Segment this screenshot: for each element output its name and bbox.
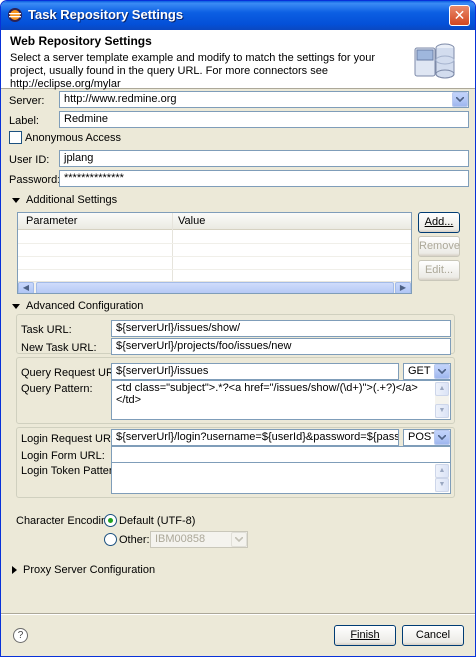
additional-settings-toggle[interactable]: Additional Settings <box>12 194 117 206</box>
table-header: Parameter Value <box>18 213 411 230</box>
scroll-thumb[interactable] <box>36 282 394 293</box>
encoding-other-combo[interactable]: IBM00858 <box>150 531 248 548</box>
scroll-down-icon[interactable]: ▼ <box>435 404 449 418</box>
login-token-pattern-label: Login Token Pattern: <box>21 465 122 477</box>
table-row <box>18 269 411 270</box>
edit-button[interactable]: Edit... <box>418 260 460 281</box>
scroll-up-icon[interactable]: ▲ <box>435 382 449 396</box>
close-icon: ✕ <box>453 7 466 23</box>
new-task-url-label: New Task URL: <box>21 342 97 354</box>
query-method-dropdown-button[interactable] <box>434 364 450 379</box>
task-url-label: Task URL: <box>21 324 72 336</box>
server-dropdown-button[interactable] <box>452 92 468 107</box>
task-url-field[interactable]: ${serverUrl}/issues/show/ <box>111 320 451 337</box>
chevron-down-icon <box>438 435 446 440</box>
query-request-url-field[interactable]: ${serverUrl}/issues <box>111 363 399 380</box>
add-button-label: Add... <box>424 216 454 228</box>
radio-selected-dot <box>108 518 113 523</box>
column-divider <box>172 213 173 283</box>
finish-button-label: Finish <box>350 629 380 641</box>
query-method-combo[interactable]: GET <box>403 363 451 380</box>
footer-divider-highlight <box>1 614 475 615</box>
scroll-up-icon[interactable]: ▲ <box>435 464 449 478</box>
expanded-triangle-icon <box>12 303 20 309</box>
new-task-url-field[interactable]: ${serverUrl}/projects/foo/issues/new <box>111 338 451 355</box>
proxy-configuration-title: Proxy Server Configuration <box>23 564 156 576</box>
label-field[interactable]: Redmine <box>59 111 469 128</box>
query-request-url-label: Query Request URL: <box>21 367 124 379</box>
encoding-other-label: Other: <box>119 534 150 546</box>
user-id-label: User ID: <box>9 154 50 166</box>
task-repository-settings-dialog: Task Repository Settings ✕ Web Repositor… <box>0 0 476 657</box>
login-method-dropdown-button[interactable] <box>434 430 450 445</box>
server-label: Server: <box>9 95 45 107</box>
help-icon[interactable]: ? <box>13 628 28 643</box>
anonymous-access-checkbox[interactable] <box>9 131 22 144</box>
encoding-default-radio[interactable] <box>104 514 117 527</box>
banner-description: Select a server template example and mod… <box>10 52 376 90</box>
chevron-down-icon <box>235 537 243 542</box>
chevron-down-icon <box>456 97 464 102</box>
additional-settings-title: Additional Settings <box>26 194 118 206</box>
login-method-combo[interactable]: POST <box>403 429 451 446</box>
login-request-url-field[interactable]: ${serverUrl}/login?username=${userId}&pa… <box>111 429 399 446</box>
encoding-default-label: Default (UTF-8) <box>119 515 196 527</box>
query-method-value: GET <box>408 365 431 377</box>
login-token-pattern-field[interactable]: ▲ ▼ <box>111 462 451 494</box>
add-button[interactable]: Add... <box>418 212 460 233</box>
eclipse-icon <box>7 7 23 23</box>
query-pattern-label: Query Pattern: <box>21 383 93 395</box>
password-label: Password: <box>9 174 61 186</box>
vertical-scrollbar[interactable]: ▲ ▼ <box>435 464 449 492</box>
repository-icon <box>413 38 459 87</box>
server-value: http://www.redmine.org <box>64 93 177 105</box>
login-request-url-label: Login Request URL: <box>21 433 121 445</box>
advanced-configuration-title: Advanced Configuration <box>26 300 144 312</box>
encoding-other-radio[interactable] <box>104 533 117 546</box>
query-pattern-value: <td class="subject">.*?<a href="/issues/… <box>116 382 418 406</box>
vertical-scrollbar[interactable]: ▲ ▼ <box>435 382 449 418</box>
scroll-left-icon[interactable]: ◀ <box>18 282 34 293</box>
banner-title: Web Repository Settings <box>10 34 152 48</box>
expanded-triangle-icon <box>12 197 20 203</box>
anonymous-access-label: Anonymous Access <box>25 132 121 144</box>
server-combo[interactable]: http://www.redmine.org <box>59 91 469 108</box>
table-row <box>18 243 411 244</box>
query-pattern-field[interactable]: <td class="subject">.*?<a href="/issues/… <box>111 380 451 420</box>
user-id-field[interactable]: jplang <box>59 150 469 167</box>
horizontal-scrollbar[interactable]: ◀ ▶ <box>18 281 411 293</box>
scroll-down-icon[interactable]: ▼ <box>435 478 449 492</box>
column-header-parameter[interactable]: Parameter <box>26 215 77 227</box>
encoding-other-value: IBM00858 <box>155 533 206 545</box>
chevron-down-icon <box>438 369 446 374</box>
cancel-button[interactable]: Cancel <box>402 625 464 646</box>
label-label: Label: <box>9 115 39 127</box>
table-row <box>18 256 411 257</box>
password-field[interactable]: ************** <box>59 170 469 187</box>
wizard-banner: Web Repository Settings Select a server … <box>1 30 475 90</box>
encoding-dropdown-button[interactable] <box>231 532 247 547</box>
advanced-configuration-toggle[interactable]: Advanced Configuration <box>12 300 143 312</box>
column-header-value[interactable]: Value <box>178 215 205 227</box>
login-form-url-label: Login Form URL: <box>21 450 105 462</box>
title-bar[interactable]: Task Repository Settings ✕ <box>1 1 475 30</box>
login-form-url-field[interactable] <box>111 446 451 463</box>
parameters-table[interactable]: Parameter Value ◀ ▶ <box>17 212 412 294</box>
character-encoding-label: Character Encoding: <box>16 515 117 527</box>
proxy-configuration-toggle[interactable]: Proxy Server Configuration <box>12 564 155 576</box>
finish-button[interactable]: Finish <box>334 625 396 646</box>
close-button[interactable]: ✕ <box>449 5 470 26</box>
scroll-right-icon[interactable]: ▶ <box>395 282 411 293</box>
collapsed-triangle-icon <box>12 566 17 575</box>
remove-button[interactable]: Remove <box>418 236 460 257</box>
window-title: Task Repository Settings <box>28 7 184 22</box>
